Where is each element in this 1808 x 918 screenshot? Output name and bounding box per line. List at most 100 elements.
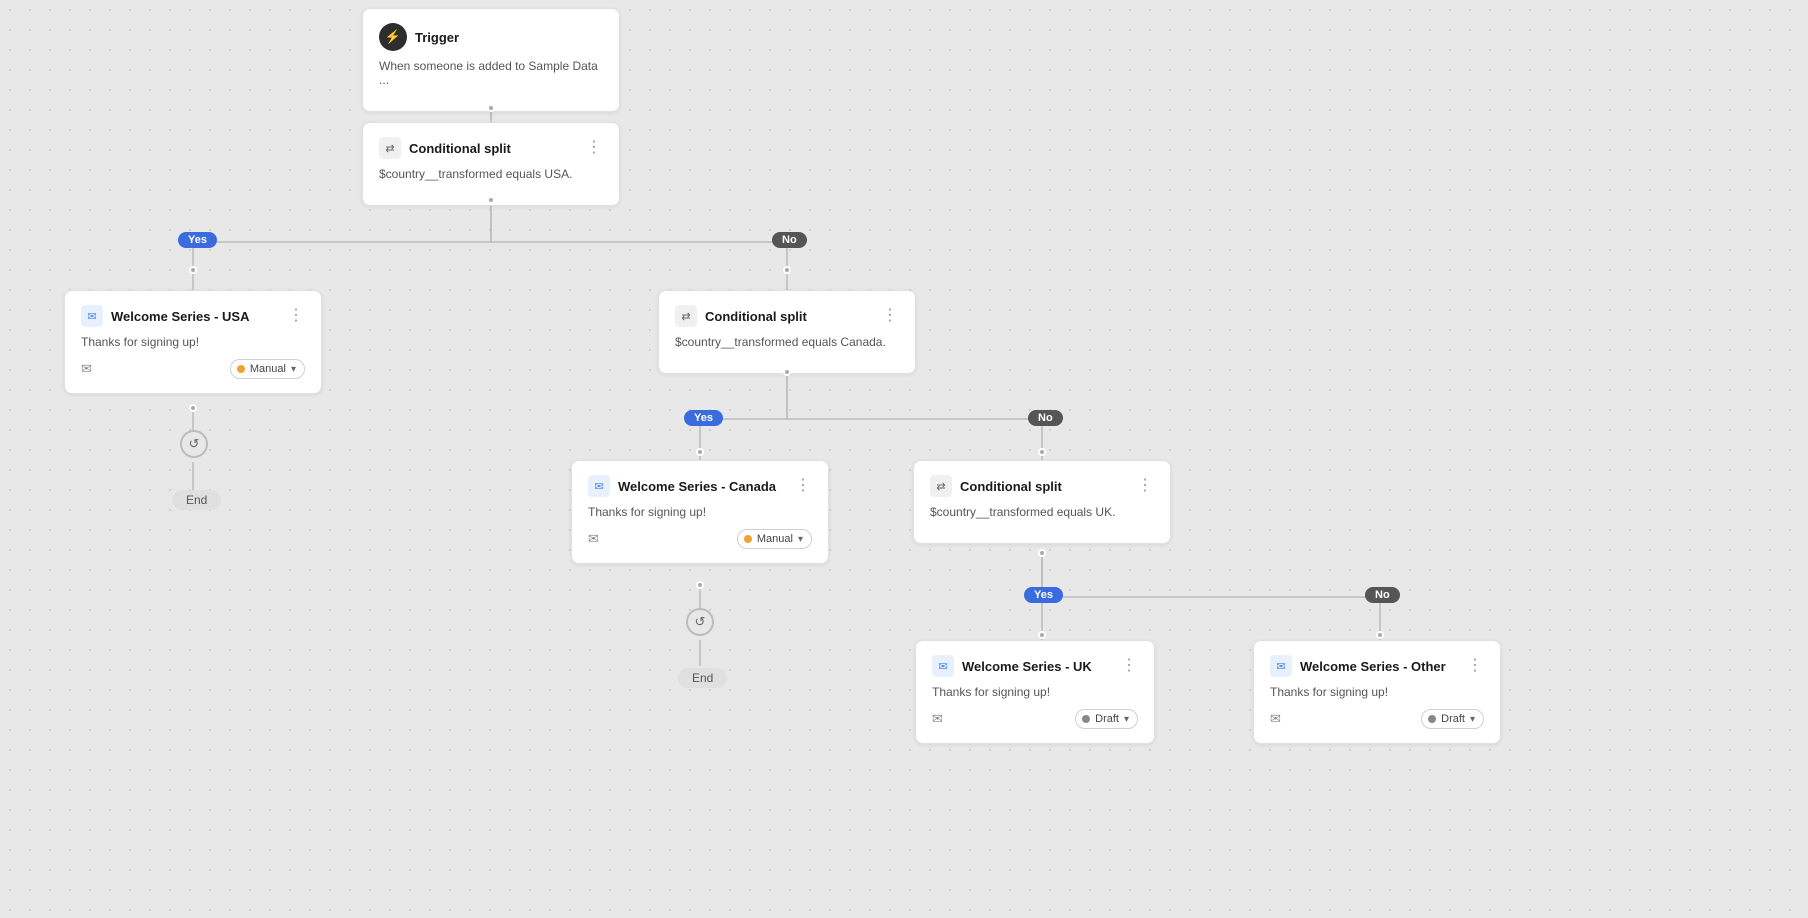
canada-badge-dot	[744, 535, 752, 543]
email-icon-canada: ✉	[588, 475, 610, 497]
no-label-2: No	[1028, 410, 1063, 426]
usa-status-badge[interactable]: Manual ▾	[230, 359, 305, 379]
uk-title: Welcome Series - UK	[962, 659, 1092, 674]
connector-dot-8	[1038, 549, 1046, 557]
cs3-header: ⇄ Conditional split ⋮	[930, 475, 1154, 497]
loop-icon-usa: ↺	[180, 430, 208, 458]
connector-dot-7	[1038, 448, 1046, 456]
trigger-card: ⚡ Trigger When someone is added to Sampl…	[362, 8, 620, 112]
uk-badge-arrow: ▾	[1124, 714, 1129, 725]
conditional-split-1-card: ⇄ Conditional split ⋮ $country__transfor…	[362, 122, 620, 206]
usa-title: Welcome Series - USA	[111, 309, 249, 324]
other-badge-dot	[1428, 715, 1436, 723]
other-badge-label: Draft	[1441, 713, 1465, 725]
uk-badge-dot	[1082, 715, 1090, 723]
other-body: Thanks for signing up!	[1270, 685, 1484, 699]
uk-status-badge[interactable]: Draft ▾	[1075, 709, 1138, 729]
cs3-menu[interactable]: ⋮	[1137, 478, 1154, 494]
usa-body: Thanks for signing up!	[81, 335, 305, 349]
canada-body: Thanks for signing up!	[588, 505, 812, 519]
canada-badge-arrow: ▾	[798, 534, 803, 545]
trigger-icon: ⚡	[379, 23, 407, 51]
canada-status-badge[interactable]: Manual ▾	[737, 529, 812, 549]
uk-email-icon: ✉	[932, 711, 943, 727]
usa-badge-dot	[237, 365, 245, 373]
canada-badge-label: Manual	[757, 533, 793, 545]
trigger-title: Trigger	[415, 30, 459, 45]
split-icon-2: ⇄	[675, 305, 697, 327]
yes-label-2: Yes	[684, 410, 723, 426]
uk-header: ✉ Welcome Series - UK ⋮	[932, 655, 1138, 677]
uk-body: Thanks for signing up!	[932, 685, 1138, 699]
loop-icon-canada: ↺	[686, 608, 714, 636]
other-header-left: ✉ Welcome Series - Other	[1270, 655, 1446, 677]
canada-footer: ✉ Manual ▾	[588, 529, 812, 549]
split-icon-3: ⇄	[930, 475, 952, 497]
usa-header: ✉ Welcome Series - USA ⋮	[81, 305, 305, 327]
welcome-uk-card: ✉ Welcome Series - UK ⋮ Thanks for signi…	[915, 640, 1155, 744]
usa-email-icon: ✉	[81, 361, 92, 377]
trigger-description: When someone is added to Sample Data ...	[379, 59, 603, 87]
cs2-title: Conditional split	[705, 309, 807, 324]
cs2-header-left: ⇄ Conditional split	[675, 305, 807, 327]
cs1-menu[interactable]: ⋮	[586, 140, 603, 156]
cs3-title: Conditional split	[960, 479, 1062, 494]
other-title: Welcome Series - Other	[1300, 659, 1446, 674]
cs3-header-left: ⇄ Conditional split	[930, 475, 1062, 497]
cs1-header: ⇄ Conditional split ⋮	[379, 137, 603, 159]
conditional-split-2-card: ⇄ Conditional split ⋮ $country__transfor…	[658, 290, 916, 374]
usa-menu[interactable]: ⋮	[288, 308, 305, 324]
connector-dot-5	[783, 368, 791, 376]
uk-badge-label: Draft	[1095, 713, 1119, 725]
canada-menu[interactable]: ⋮	[795, 478, 812, 494]
canada-header: ✉ Welcome Series - Canada ⋮	[588, 475, 812, 497]
other-badge-arrow: ▾	[1470, 714, 1475, 725]
cs2-condition: $country__transformed equals Canada.	[675, 335, 899, 349]
no-label-1: No	[772, 232, 807, 248]
welcome-other-card: ✉ Welcome Series - Other ⋮ Thanks for si…	[1253, 640, 1501, 744]
connector-dot-2	[487, 196, 495, 204]
other-email-icon: ✉	[1270, 711, 1281, 727]
other-menu[interactable]: ⋮	[1467, 658, 1484, 674]
email-icon-usa: ✉	[81, 305, 103, 327]
connector-dot-6	[696, 448, 704, 456]
conditional-split-3-card: ⇄ Conditional split ⋮ $country__transfor…	[913, 460, 1171, 544]
uk-menu[interactable]: ⋮	[1121, 658, 1138, 674]
cs2-menu[interactable]: ⋮	[882, 308, 899, 324]
uk-header-left: ✉ Welcome Series - UK	[932, 655, 1092, 677]
connector-dot-4	[783, 266, 791, 274]
connector-dot-usa	[189, 404, 197, 412]
connector-dot-canada	[696, 581, 704, 589]
usa-footer: ✉ Manual ▾	[81, 359, 305, 379]
cs2-header: ⇄ Conditional split ⋮	[675, 305, 899, 327]
email-icon-other: ✉	[1270, 655, 1292, 677]
trigger-header-left: ⚡ Trigger	[379, 23, 459, 51]
email-icon-uk: ✉	[932, 655, 954, 677]
usa-header-left: ✉ Welcome Series - USA	[81, 305, 249, 327]
canada-email-icon: ✉	[588, 531, 599, 547]
end-node-canada: End	[678, 668, 727, 688]
welcome-canada-card: ✉ Welcome Series - Canada ⋮ Thanks for s…	[571, 460, 829, 564]
trigger-header: ⚡ Trigger	[379, 23, 603, 51]
cs1-condition: $country__transformed equals USA.	[379, 167, 603, 181]
canada-header-left: ✉ Welcome Series - Canada	[588, 475, 776, 497]
canada-title: Welcome Series - Canada	[618, 479, 776, 494]
split-icon-1: ⇄	[379, 137, 401, 159]
yes-label-1: Yes	[178, 232, 217, 248]
connector-dot-3	[189, 266, 197, 274]
cs3-condition: $country__transformed equals UK.	[930, 505, 1154, 519]
connector-dot-1	[487, 104, 495, 112]
uk-footer: ✉ Draft ▾	[932, 709, 1138, 729]
end-node-usa: End	[172, 490, 221, 510]
connector-dot-9	[1038, 631, 1046, 639]
welcome-usa-card: ✉ Welcome Series - USA ⋮ Thanks for sign…	[64, 290, 322, 394]
connector-dot-10	[1376, 631, 1384, 639]
cs1-header-left: ⇄ Conditional split	[379, 137, 511, 159]
usa-badge-label: Manual	[250, 363, 286, 375]
cs1-title: Conditional split	[409, 141, 511, 156]
other-header: ✉ Welcome Series - Other ⋮	[1270, 655, 1484, 677]
other-status-badge[interactable]: Draft ▾	[1421, 709, 1484, 729]
usa-badge-arrow: ▾	[291, 364, 296, 375]
no-label-3: No	[1365, 587, 1400, 603]
yes-label-3: Yes	[1024, 587, 1063, 603]
